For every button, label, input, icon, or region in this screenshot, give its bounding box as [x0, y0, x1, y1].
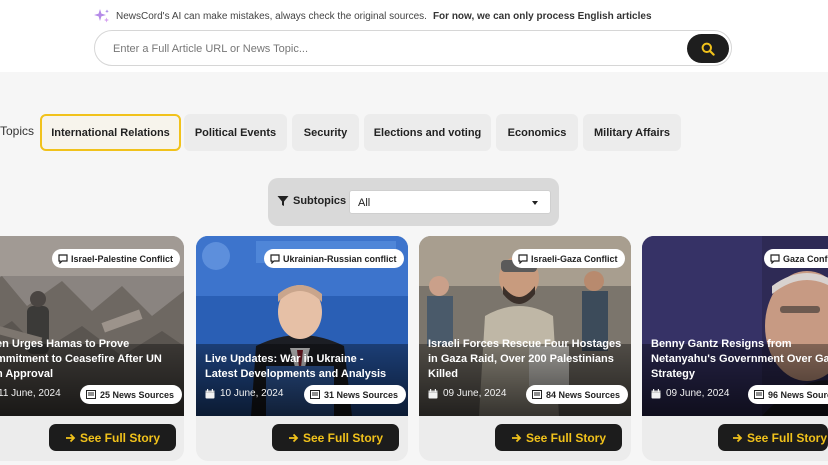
tab-political-events[interactable]: Political Events	[184, 114, 287, 151]
filter-icon	[277, 196, 289, 206]
sources-count: 25 News Sources	[100, 389, 175, 400]
topic-tag-label: Israeli-Gaza Conflict	[531, 253, 618, 264]
calendar-icon	[428, 388, 438, 398]
topic-tag: Israeli-Gaza Conflict	[512, 249, 625, 268]
tab-security[interactable]: Security	[292, 114, 359, 151]
see-full-story-button[interactable]: See Full Story	[49, 424, 176, 451]
sources-badge[interactable]: 96 News Source	[748, 385, 828, 404]
subtopics-selected-value: All	[358, 197, 371, 209]
topic-tag: Gaza Confli	[764, 249, 828, 268]
arrow-right-icon	[733, 433, 743, 442]
see-full-story-button[interactable]: See Full Story	[272, 424, 399, 451]
topic-tag-label: Israel-Palestine Conflict	[71, 253, 174, 264]
newspaper-icon	[310, 390, 320, 399]
sources-count: 96 News Source	[768, 389, 828, 400]
search-input[interactable]	[113, 39, 673, 59]
arrow-right-icon	[288, 433, 299, 442]
chat-bubble-icon	[518, 253, 528, 264]
story-title[interactable]: Benny Gantz Resigns from Netanyahu's Gov…	[651, 337, 828, 382]
story-title[interactable]: en Urges Hamas to Prove mmitment to Ceas…	[0, 337, 186, 382]
story-date-text: 09 June, 2024	[443, 388, 507, 399]
sources-badge[interactable]: 25 News Sources	[80, 385, 183, 404]
story-title-line: Israeli Forces Rescue Four Hostages	[428, 338, 622, 350]
see-full-story-button[interactable]: See Full Story	[495, 424, 622, 451]
disclaimer-bold-text: For now, we can only process English art…	[432, 10, 652, 22]
ai-disclaimer: NewsCord's AI can make mistakes, always …	[94, 8, 652, 24]
story-date-text: 11 June, 2024	[0, 388, 61, 399]
search-bar	[94, 30, 732, 66]
tab-international-relations[interactable]: International Relations	[40, 114, 181, 151]
topic-tag: Ukrainian-Russian conflict	[264, 249, 404, 268]
subtopics-panel: Subtopics All	[268, 178, 559, 226]
story-date: 11 June, 2024	[0, 388, 61, 399]
caret-down-icon	[532, 201, 538, 205]
calendar-icon	[651, 388, 661, 398]
search-button[interactable]	[687, 34, 729, 63]
story-title-line: en Urges Hamas to Prove	[0, 338, 130, 350]
story-date: 09 June, 2024	[428, 388, 506, 399]
story-date: 09 June, 2024	[651, 388, 729, 399]
newspaper-icon	[86, 390, 96, 399]
story-title-line: Killed	[428, 368, 458, 380]
see-full-story-label: See Full Story	[302, 430, 384, 445]
story-date-text: 10 June, 2024	[220, 388, 284, 399]
story-title-line: mmitment to Ceasefire After UN	[0, 353, 162, 365]
chat-bubble-icon	[770, 253, 780, 264]
story-title-line: Strategy	[651, 368, 696, 380]
tab-military-affairs[interactable]: Military Affairs	[583, 114, 681, 151]
subtopics-label: Subtopics	[293, 195, 347, 207]
chat-bubble-icon	[270, 253, 280, 264]
arrow-right-icon	[65, 433, 76, 442]
story-date: 10 June, 2024	[205, 388, 283, 399]
topic-tag: Israel-Palestine Conflict	[52, 249, 181, 268]
story-date-text: 09 June, 2024	[666, 388, 730, 399]
sparkle-icon	[94, 9, 109, 23]
tab-economics[interactable]: Economics	[496, 114, 578, 151]
see-full-story-button[interactable]: See Full Story	[718, 424, 828, 451]
topic-tag-label: Gaza Confli	[783, 253, 828, 264]
see-full-story-label: See Full Story	[79, 430, 161, 445]
story-title-line: in Gaza Raid, Over 200 Palestinians	[428, 353, 614, 365]
story-title-line: Netanyahu's Government Over Ga	[651, 353, 828, 365]
story-title-line: Latest Developments and Analysis	[205, 368, 387, 380]
story-title[interactable]: Israeli Forces Rescue Four Hostages in G…	[428, 337, 626, 382]
see-full-story-label: See Full Story	[747, 430, 828, 445]
newspaper-icon	[532, 390, 542, 399]
story-title-line: n Approval	[0, 368, 54, 380]
story-title-line: Live Updates: War in Ukraine -	[205, 353, 364, 365]
newspaper-icon	[754, 390, 764, 399]
arrow-right-icon	[511, 433, 522, 442]
calendar-icon	[205, 388, 215, 398]
topic-tag-label: Ukrainian-Russian conflict	[283, 253, 397, 264]
topics-label: Topics	[0, 124, 35, 138]
subtopics-label-group: Subtopics	[277, 195, 346, 207]
sources-count: 31 News Sources	[324, 389, 399, 400]
tab-elections-and-voting[interactable]: Elections and voting	[364, 114, 491, 151]
search-icon	[701, 42, 715, 56]
disclaimer-text: NewsCord's AI can make mistakes, always …	[116, 10, 427, 22]
chat-bubble-icon	[58, 253, 68, 264]
see-full-story-label: See Full Story	[525, 430, 607, 445]
sources-badge[interactable]: 31 News Sources	[304, 385, 407, 404]
sources-count: 84 News Sources	[546, 389, 621, 400]
story-title[interactable]: Live Updates: War in Ukraine - Latest De…	[205, 352, 403, 382]
story-title-line: Benny Gantz Resigns from	[651, 338, 792, 350]
sources-badge[interactable]: 84 News Sources	[526, 385, 629, 404]
subtopics-select[interactable]: All	[349, 190, 551, 214]
